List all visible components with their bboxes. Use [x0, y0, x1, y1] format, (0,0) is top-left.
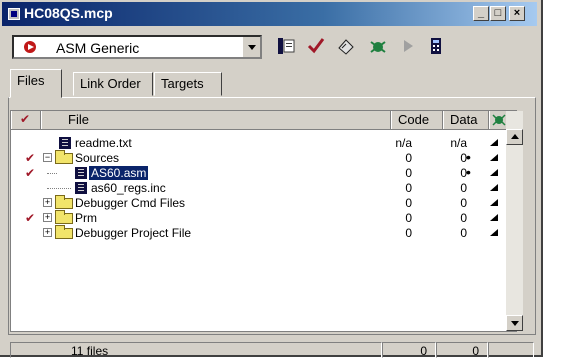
file-icon	[59, 137, 71, 149]
tree-line	[47, 188, 71, 190]
code-size: 0	[405, 196, 412, 210]
list-item[interactable]: ✔ − Sources 0 0 •	[11, 149, 498, 165]
header-file[interactable]: File	[41, 111, 391, 129]
header-data[interactable]: Data	[443, 111, 489, 129]
chevron-down-icon[interactable]	[242, 37, 260, 57]
tab-targets[interactable]: Targets	[154, 72, 222, 96]
data-size: 0	[460, 196, 467, 210]
scroll-down-button[interactable]	[506, 315, 523, 331]
target-icon	[24, 41, 36, 53]
data-total: 0	[436, 342, 488, 358]
group-name: Debugger Project File	[75, 226, 192, 240]
touch-icon[interactable]	[489, 153, 499, 162]
group-name: Prm	[75, 211, 97, 225]
vertical-scrollbar[interactable]	[506, 111, 523, 331]
target-select-value: ASM Generic	[56, 40, 140, 56]
arrow-up-icon	[511, 134, 519, 139]
list-item[interactable]: as60_regs.inc 0 0	[11, 181, 498, 195]
project-icon	[8, 8, 20, 20]
code-size: 0	[405, 151, 412, 165]
data-size: 0	[460, 226, 467, 240]
data-size: 0	[460, 151, 467, 165]
file-name: AS60.asm	[89, 166, 149, 180]
touch-icon[interactable]	[489, 213, 499, 222]
status-bar: 11 files 0 0	[10, 342, 540, 358]
list-item[interactable]: + Debugger Cmd Files 0 0	[11, 195, 498, 210]
file-name: as60_regs.inc	[91, 181, 166, 195]
folder-open-icon	[55, 150, 73, 164]
data-size: 0	[460, 166, 467, 180]
tree-line	[47, 173, 57, 175]
list-item[interactable]: ✔ + Prm 0 0	[11, 210, 498, 225]
list-item[interactable]: readme.txt n/a n/a	[11, 136, 498, 150]
check-icon[interactable]: ✔	[25, 151, 35, 165]
expand-icon[interactable]: +	[43, 228, 52, 237]
bug-icon[interactable]	[368, 36, 388, 56]
touch-icon[interactable]	[489, 228, 499, 237]
debug-dot: •	[466, 164, 471, 180]
list-item[interactable]: + Debugger Project File 0 0	[11, 225, 498, 240]
minimize-button[interactable]: _	[473, 6, 489, 21]
file-list[interactable]: ✔ File Code Data readme.txt n/a n/a ✔ − …	[10, 110, 517, 332]
file-icon	[75, 182, 87, 194]
group-name: Debugger Cmd Files	[75, 196, 186, 210]
touch-icon[interactable]	[489, 168, 499, 177]
folder-icon	[55, 210, 73, 224]
project-window: HC08QS.mcp _ □ × ASM Generic Files Link …	[0, 0, 543, 358]
code-size: 0	[405, 226, 412, 240]
code-size: 0	[405, 211, 412, 225]
list-header: ✔ File Code Data	[11, 111, 516, 130]
target-select[interactable]: ASM Generic	[12, 35, 262, 59]
calculator-icon[interactable]	[426, 36, 446, 56]
compile-icon[interactable]	[336, 36, 356, 56]
settings-icon[interactable]	[276, 36, 296, 56]
touch-icon[interactable]	[489, 198, 499, 207]
file-icon	[75, 167, 87, 179]
expand-icon[interactable]: +	[43, 198, 52, 207]
run-icon[interactable]	[398, 36, 418, 56]
data-size: n/a	[450, 136, 467, 150]
maximize-button[interactable]: □	[490, 6, 506, 21]
check-icon[interactable]: ✔	[25, 166, 35, 180]
code-size: 0	[405, 181, 412, 195]
group-name: Sources	[75, 151, 120, 165]
check-icon[interactable]	[306, 36, 326, 56]
touch-icon[interactable]	[489, 138, 499, 147]
check-icon: ✔	[20, 112, 31, 126]
expand-icon[interactable]: +	[43, 213, 52, 222]
folder-icon	[55, 225, 73, 239]
file-count: 11 files	[10, 342, 382, 358]
header-code[interactable]: Code	[391, 111, 443, 129]
resize-grip[interactable]	[488, 342, 534, 358]
touch-icon[interactable]	[489, 183, 499, 192]
arrow-down-icon	[511, 321, 519, 326]
check-icon[interactable]: ✔	[25, 211, 35, 225]
code-size: 0	[405, 166, 412, 180]
debug-dot: •	[466, 149, 471, 165]
scroll-up-button[interactable]	[506, 129, 523, 145]
tab-link-order[interactable]: Link Order	[73, 72, 153, 96]
header-check-column[interactable]: ✔	[11, 111, 41, 129]
folder-icon	[55, 195, 73, 209]
title-bar[interactable]: HC08QS.mcp _ □ ×	[2, 2, 537, 26]
data-size: 0	[460, 211, 467, 225]
file-name: readme.txt	[75, 136, 132, 150]
list-item[interactable]: ✔ AS60.asm 0 0 •	[11, 164, 498, 180]
collapse-icon[interactable]: −	[43, 153, 52, 162]
window-title: HC08QS.mcp	[24, 5, 113, 21]
tab-files[interactable]: Files	[10, 69, 62, 98]
data-size: 0	[460, 181, 467, 195]
code-total: 0	[382, 342, 436, 358]
code-size: n/a	[395, 136, 412, 150]
close-button[interactable]: ×	[509, 6, 525, 21]
bug-icon	[492, 114, 506, 126]
